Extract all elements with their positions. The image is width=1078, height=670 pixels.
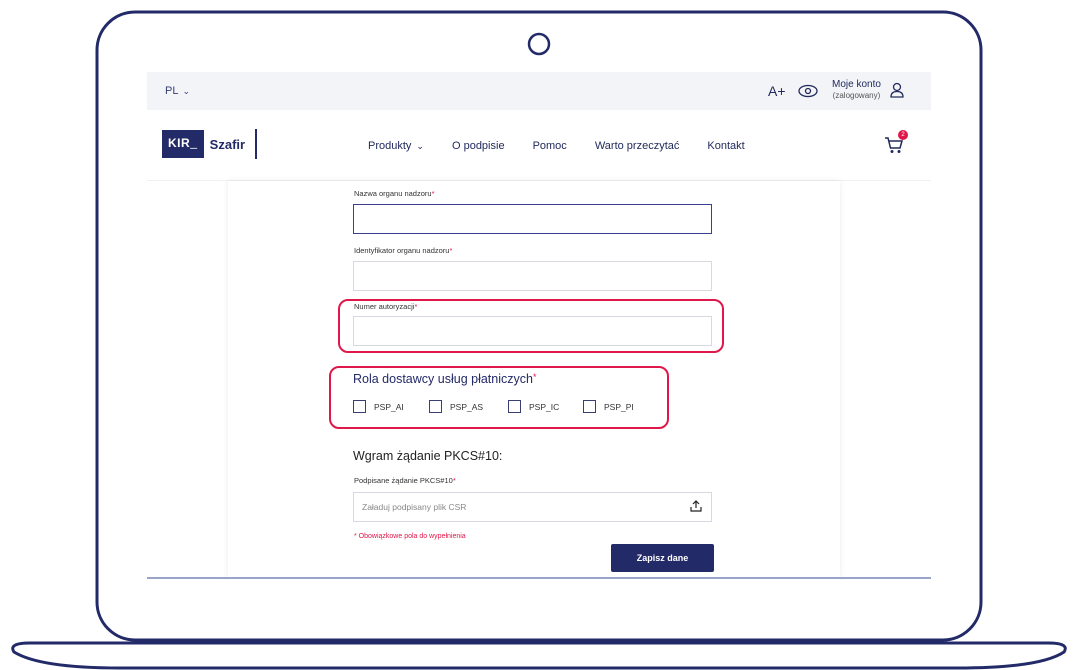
kir-logo-mark: KIR— — [162, 130, 204, 158]
supervisor-id-label: Identyfikator organu nadzoru* — [354, 246, 453, 255]
checkbox-label: PSP_AS — [450, 401, 484, 412]
checkbox[interactable] — [429, 400, 442, 413]
role-checkbox-psp-as[interactable]: PSP_AS — [429, 400, 483, 413]
chevron-down-icon: ⌄ — [416, 140, 424, 151]
supervisor-name-input[interactable] — [353, 204, 712, 234]
utility-bar: PL ⌄ A+ Moje konto (zalogowany) — [147, 72, 931, 110]
required-fields-note: * Obowiązkowe pola do wypełnienia — [354, 533, 466, 540]
nav-item-warto-przeczytac[interactable]: Warto przeczytać — [595, 140, 680, 152]
nav-item-label: Produkty — [368, 140, 412, 152]
logo-divider — [255, 129, 257, 159]
language-label: PL — [165, 85, 179, 97]
role-checkbox-psp-ai[interactable]: PSP_AI — [353, 400, 404, 413]
account-status: (zalogowany) — [832, 91, 881, 100]
role-checkbox-psp-pi[interactable]: PSP_PI — [583, 400, 634, 413]
chevron-down-icon: ⌄ — [182, 85, 191, 96]
supervisor-name-label: Nazwa organu nadzoru* — [354, 189, 435, 198]
form-card: Nazwa organu nadzoru* Identyfikator orga… — [228, 181, 840, 580]
user-icon[interactable] — [890, 82, 904, 98]
pkcs-label: Podpisane żądanie PKCS#10* — [354, 476, 456, 485]
szafir-logo-text: Szafir — [209, 136, 246, 152]
checkbox-label: PSP_IC — [529, 401, 560, 412]
checkbox-label: PSP_AI — [374, 401, 404, 412]
nav-item-pomoc[interactable]: Pomoc — [533, 140, 567, 152]
nav-item-kontakt[interactable]: Kontakt — [707, 140, 744, 152]
role-checkbox-psp-ic[interactable]: PSP_IC — [508, 400, 559, 413]
auth-number-label: Numer autoryzacji* — [354, 302, 418, 311]
pkcs-section-title: Wgram żądanie PKCS#10: — [353, 449, 503, 463]
checkbox-label: PSP_PI — [604, 401, 634, 412]
eye-icon[interactable] — [798, 84, 818, 98]
role-section-title: Rola dostawcy usług płatniczych* — [353, 372, 537, 386]
checkbox[interactable] — [353, 400, 366, 413]
checkbox[interactable] — [583, 400, 596, 413]
kir-szafir-logo[interactable]: KIR— Szafir — [162, 129, 257, 159]
account-label: Moje konto — [832, 79, 881, 90]
main-navbar: KIR— Szafir Produkty ⌄ O podpisie Pomoc … — [147, 110, 931, 181]
nav-item-o-podpisie[interactable]: O podpisie — [452, 140, 505, 152]
upload-icon[interactable] — [690, 500, 702, 512]
language-selector[interactable]: PL ⌄ — [165, 85, 190, 97]
font-size-button[interactable]: A+ — [768, 83, 786, 99]
checkbox[interactable] — [508, 400, 521, 413]
save-button[interactable]: Zapisz dane — [611, 544, 714, 572]
auth-number-input[interactable] — [353, 316, 712, 346]
cart-count-badge: 2 — [898, 130, 908, 140]
nav-menu: Produkty ⌄ O podpisie Pomoc Warto przecz… — [368, 140, 773, 152]
nav-item-produkty[interactable]: Produkty ⌄ — [368, 140, 424, 152]
account-link[interactable]: Moje konto (zalogowany) — [832, 79, 881, 101]
browser-screen: PL ⌄ A+ Moje konto (zalogowany) KIR— Sza… — [147, 72, 931, 580]
bottom-divider — [147, 577, 931, 579]
supervisor-id-input[interactable] — [353, 261, 712, 291]
upload-placeholder: Załaduj podpisany plik CSR — [362, 502, 467, 512]
